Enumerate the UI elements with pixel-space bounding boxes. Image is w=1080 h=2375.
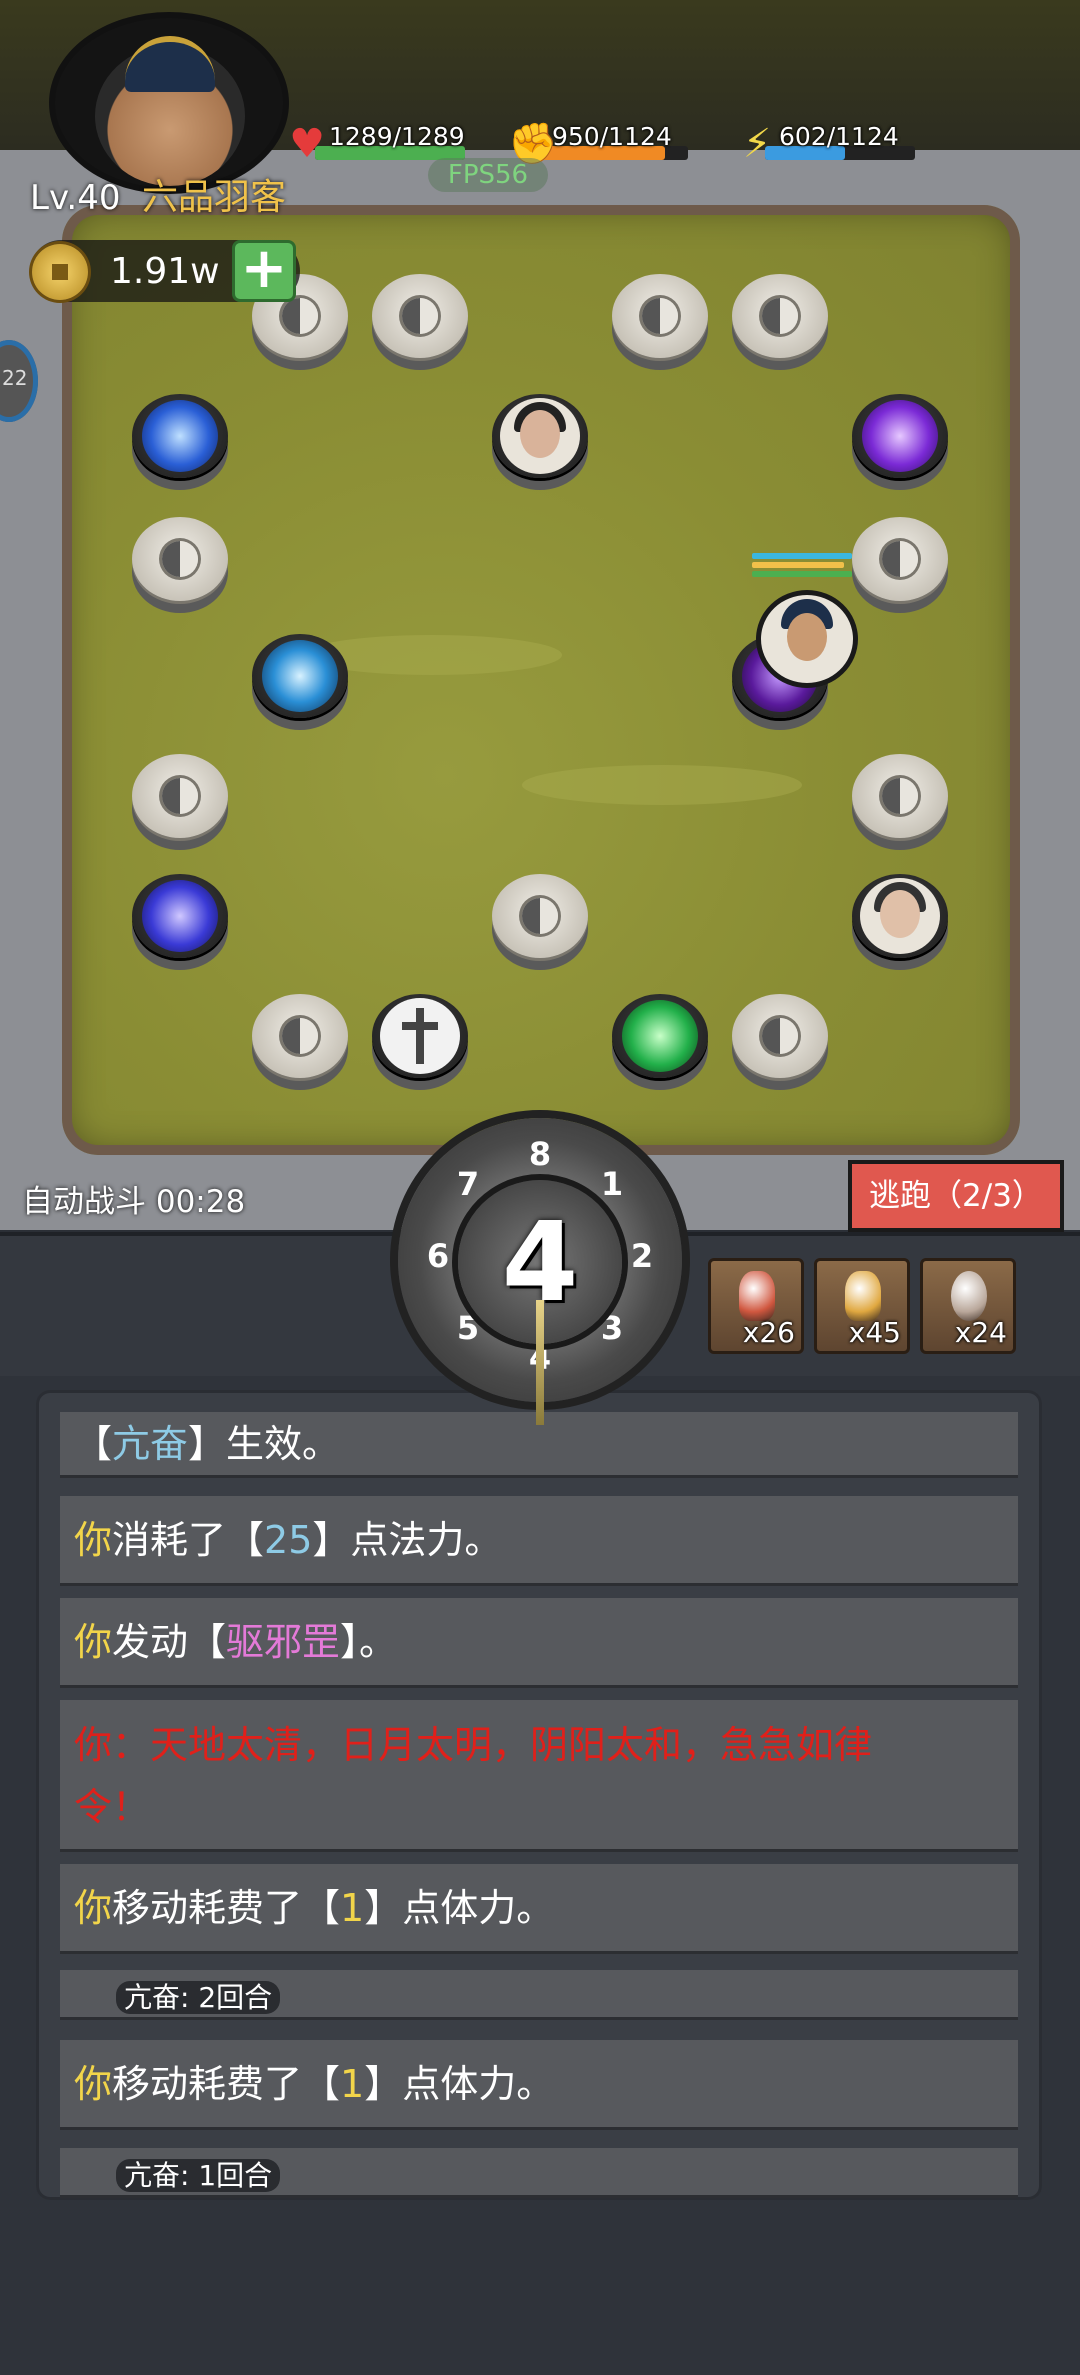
player-level: Lv.40 <box>30 178 121 218</box>
item-slot-yellow-potion[interactable]: x45 <box>814 1258 910 1354</box>
npc-scholar-tile[interactable] <box>852 874 948 970</box>
green-orb-icon <box>622 1000 698 1072</box>
player-rank: 六品羽客 <box>142 177 287 218</box>
dial-number: 8 <box>528 1135 552 1173</box>
yin-yang-icon <box>642 298 678 334</box>
item-slot-pearl[interactable]: x24 <box>920 1258 1016 1354</box>
bagua-tile[interactable] <box>852 394 948 490</box>
item-count: x45 <box>848 1316 901 1349</box>
lightning-icon: ⚡ <box>742 121 772 167</box>
lightning-tile[interactable] <box>132 394 228 490</box>
yin-yang-icon <box>282 298 318 334</box>
grass-patch <box>522 765 802 805</box>
log-entry-quote: 你：天地太清，日月太明，阴阳太和，急急如律 令！ <box>60 1700 1018 1852</box>
escape-button[interactable]: 逃跑（2/3） <box>848 1160 1064 1232</box>
log-entry: 你移动耗费了【1】点体力。 <box>60 1864 1018 1954</box>
taiji-tile[interactable] <box>132 754 228 850</box>
fps-counter: FPS56 <box>428 158 548 192</box>
galaxy-tile[interactable] <box>252 634 348 730</box>
npc-woman-portrait <box>500 398 580 474</box>
yin-yang-icon <box>162 541 198 577</box>
player-token-portrait[interactable] <box>756 590 858 688</box>
cross-tile[interactable] <box>372 994 468 1090</box>
heart-icon: ♥ <box>289 121 325 167</box>
taiji-tile[interactable] <box>852 517 948 613</box>
green-orb-tile[interactable] <box>612 994 708 1090</box>
yellow-potion-icon <box>845 1271 881 1321</box>
yin-yang-icon <box>762 298 798 334</box>
log-entry-buff: 亢奋: 2回合 <box>60 1970 1018 2020</box>
yin-yang-icon <box>282 1018 318 1054</box>
purple-bagua-orb-icon <box>862 400 938 472</box>
blue-galaxy-orb-icon <box>262 640 338 712</box>
yin-yang-icon <box>522 898 558 934</box>
red-potion-icon <box>739 1271 775 1321</box>
yin-yang-icon <box>162 778 198 814</box>
log-entry-buff: 亢奋: 1回合 <box>60 2148 1018 2198</box>
player-status-bars <box>752 553 852 581</box>
log-entry: 你消耗了【25】点法力。 <box>60 1496 1018 1586</box>
yin-yang-icon <box>402 298 438 334</box>
taiji-tile[interactable] <box>612 274 708 370</box>
log-entry: 你移动耗费了【1】点体力。 <box>60 2040 1018 2130</box>
coin-icon <box>32 244 88 300</box>
item-count: x26 <box>742 1316 795 1349</box>
player-avatar[interactable] <box>55 18 283 188</box>
coin-value: 1.91w <box>110 251 220 292</box>
battle-log[interactable]: 【亢奋】生效。 你消耗了【25】点法力。 你发动【驱邪罡】。 你：天地太清，日月… <box>36 1390 1042 2200</box>
taiji-tile[interactable] <box>492 874 588 970</box>
npc-scholar-portrait <box>860 878 940 954</box>
side-tab-label: 22 <box>2 366 28 390</box>
hp-value: 1289/1289 <box>329 122 465 151</box>
dial-number: 6 <box>426 1237 450 1275</box>
taiji-tile[interactable] <box>852 754 948 850</box>
taiji-tile[interactable] <box>732 274 828 370</box>
cross-icon <box>380 998 460 1074</box>
vortex-tile[interactable] <box>132 874 228 970</box>
game-board <box>62 205 1020 1155</box>
pearl-icon <box>951 1271 987 1321</box>
add-coin-button[interactable]: + <box>232 240 296 302</box>
yin-yang-icon <box>882 541 918 577</box>
log-entry: 你发动【驱邪罡】。 <box>60 1598 1018 1688</box>
blue-vortex-orb-icon <box>142 880 218 952</box>
blue-lightning-orb-icon <box>142 400 218 472</box>
item-count: x24 <box>954 1316 1007 1349</box>
taiji-tile[interactable] <box>372 274 468 370</box>
yin-yang-icon <box>882 778 918 814</box>
auto-battle-timer[interactable]: 自动战斗 00:28 <box>22 1176 245 1221</box>
taiji-tile[interactable] <box>252 994 348 1090</box>
taiji-tile[interactable] <box>132 517 228 613</box>
yin-yang-icon <box>762 1018 798 1054</box>
dial-number: 2 <box>630 1237 654 1275</box>
item-slot-red-potion[interactable]: x26 <box>708 1258 804 1354</box>
npc-woman-tile[interactable] <box>492 394 588 490</box>
dial-needle <box>536 1300 544 1425</box>
taiji-tile[interactable] <box>732 994 828 1090</box>
mana-value: 602/1124 <box>779 122 899 151</box>
stamina-value: 950/1124 <box>552 122 672 151</box>
